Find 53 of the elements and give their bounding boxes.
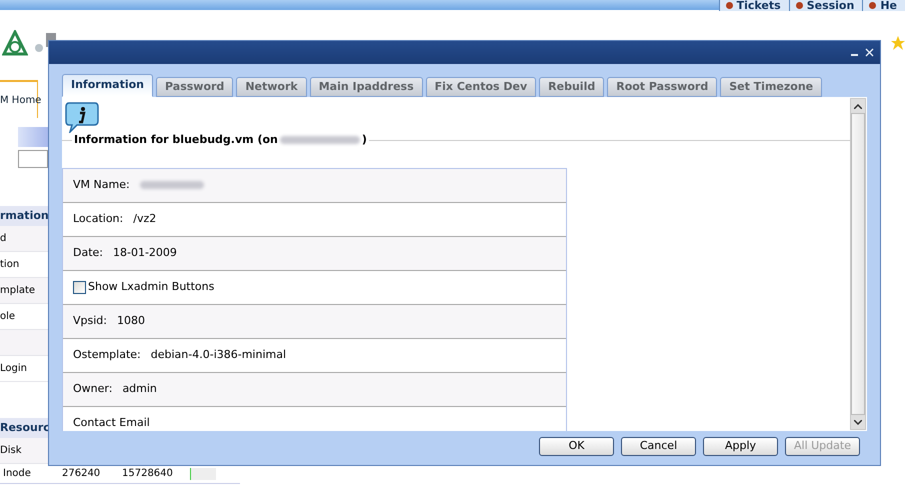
field-value: 1080: [116, 312, 145, 329]
close-icon[interactable]: [865, 48, 874, 57]
field-value: /vz2: [133, 210, 156, 227]
tab-icon: [796, 2, 803, 8]
side-item[interactable]: d: [0, 226, 48, 252]
tab[interactable]: Network: [236, 77, 307, 97]
field-value: admin: [122, 380, 157, 397]
header-bar: [18, 127, 48, 147]
field-label: Contact Email: [73, 414, 150, 431]
tab[interactable]: Root Password: [607, 77, 718, 97]
field-label: Vpsid:: [73, 312, 107, 329]
dialog-button[interactable]: OK: [539, 437, 614, 456]
blurred-text: [140, 181, 204, 189]
star-icon: [891, 36, 905, 50]
section-header: Resourc: [0, 418, 48, 438]
side-item[interactable]: Disk: [0, 438, 48, 464]
field-label: Location:: [73, 210, 124, 227]
section-heading: Information for bluebudg.vm (on: [74, 132, 278, 148]
scroll-down-icon[interactable]: [851, 415, 865, 429]
table-cell-text: Inode: [2, 467, 32, 481]
scroll-thumb[interactable]: [851, 113, 865, 415]
top-tab[interactable]: Tickets: [718, 0, 789, 11]
usage-bar: [190, 468, 216, 480]
tab-icon: [869, 2, 876, 8]
table-cell-text: 276240: [62, 467, 102, 481]
dialog-button[interactable]: Apply: [703, 437, 778, 456]
logo-icon: [2, 30, 28, 58]
dialog-button[interactable]: Cancel: [621, 437, 696, 456]
checkbox[interactable]: [73, 280, 86, 294]
table-cell-text: 15728640: [122, 467, 174, 481]
top-tab[interactable]: Session: [788, 0, 862, 11]
info-icon: [65, 101, 99, 133]
section-heading: ): [362, 132, 367, 148]
field-value: 18-01-2009: [113, 244, 177, 261]
tab[interactable]: Fix Centos Dev: [426, 77, 536, 97]
field-label: Owner:: [73, 380, 112, 397]
field-label: VM Name:: [73, 176, 130, 193]
field-value: debian-4.0-i386-minimal: [150, 346, 286, 363]
section-header: rmation: [0, 206, 48, 226]
input-field[interactable]: [18, 150, 48, 168]
tab[interactable]: Set Timezone: [720, 77, 822, 97]
field-label: Ostemplate:: [73, 346, 141, 363]
scrollbar[interactable]: [850, 98, 866, 430]
checkbox-label: Show Lxadmin Buttons: [88, 278, 214, 295]
field-label: Date:: [73, 244, 103, 261]
scroll-up-icon[interactable]: [851, 99, 865, 113]
tab[interactable]: Main Ipaddress: [310, 77, 423, 97]
tab-icon: [726, 2, 733, 8]
tab[interactable]: Rebuild: [539, 77, 604, 97]
tab[interactable]: Information: [62, 74, 153, 97]
top-tab[interactable]: He: [862, 0, 905, 11]
side-item[interactable]: mplate: [0, 278, 48, 304]
tab[interactable]: Password: [156, 77, 234, 97]
